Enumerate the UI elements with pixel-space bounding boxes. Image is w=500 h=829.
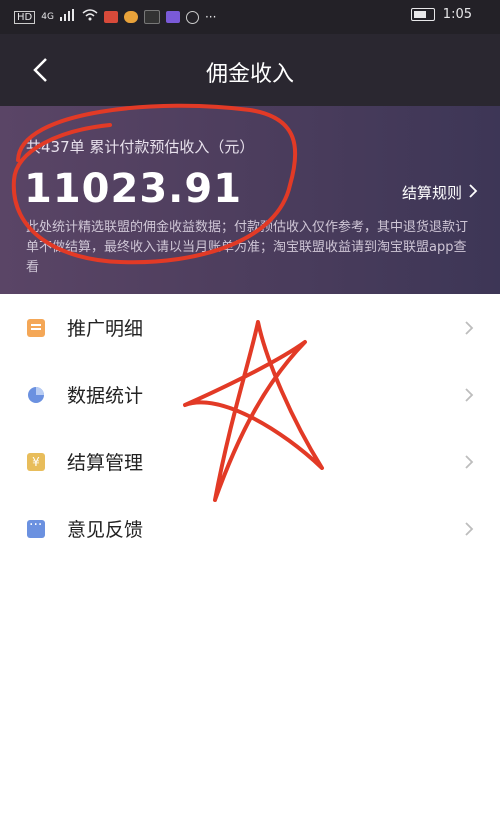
order-summary-label: 共437单 累计付款预估收入（元） xyxy=(26,138,255,156)
pie-chart-icon xyxy=(27,386,45,404)
document-icon xyxy=(27,318,45,337)
income-disclaimer: 此处统计精选联盟的佣金收益数据；付款预估收入仅作参考，其中退货退款订单不做结算，… xyxy=(26,220,469,275)
menu-item-promotion-details[interactable]: 推广明细 xyxy=(0,294,500,361)
chevron-right-icon xyxy=(463,320,475,336)
app-notification-icon xyxy=(185,10,199,24)
status-bar: HD 4G ··· 1:05 xyxy=(0,0,500,34)
menu-item-label: 意见反馈 xyxy=(67,519,144,541)
menu-list: 推广明细 数据统计 ¥ 结算管理 意见反馈 xyxy=(0,294,500,562)
chevron-right-icon xyxy=(463,521,475,537)
menu-item-settlement[interactable]: ¥ 结算管理 xyxy=(0,428,500,495)
menu-item-feedback[interactable]: 意见反馈 xyxy=(0,495,500,562)
status-icons-left: HD 4G ··· xyxy=(14,9,216,25)
page-title: 佣金收入 xyxy=(205,62,294,87)
chevron-right-icon xyxy=(463,387,475,403)
app-notification-icon xyxy=(165,11,180,23)
income-banner: 共437单 累计付款预估收入（元） 11023.91 结算规则 此处统计精选联盟… xyxy=(0,106,500,294)
settlement-rules-link[interactable]: 结算规则 xyxy=(402,182,478,203)
menu-item-label: 数据统计 xyxy=(67,385,144,407)
status-time: 1:05 xyxy=(442,7,472,22)
network-label: 4G xyxy=(41,12,54,22)
signal-icon xyxy=(59,9,76,25)
yen-icon: ¥ xyxy=(27,452,45,471)
battery-icon xyxy=(410,8,435,21)
wifi-icon xyxy=(82,9,98,25)
nav-bar: 佣金收入 xyxy=(0,34,500,106)
hd-icon: HD xyxy=(14,10,36,24)
app-notification-icon xyxy=(123,11,138,23)
income-amount: 11023.91 xyxy=(24,166,243,212)
settlement-rules-label: 结算规则 xyxy=(401,184,462,202)
chevron-right-icon xyxy=(463,454,475,470)
more-notifications-icon: ··· xyxy=(204,10,217,24)
chevron-right-icon xyxy=(468,183,478,203)
tiktok-icon xyxy=(143,10,160,24)
menu-item-label: 推广明细 xyxy=(67,318,144,340)
chat-icon xyxy=(27,517,45,538)
menu-item-statistics[interactable]: 数据统计 xyxy=(0,361,500,428)
menu-item-label: 结算管理 xyxy=(67,452,144,474)
app-notification-icon xyxy=(103,11,118,23)
